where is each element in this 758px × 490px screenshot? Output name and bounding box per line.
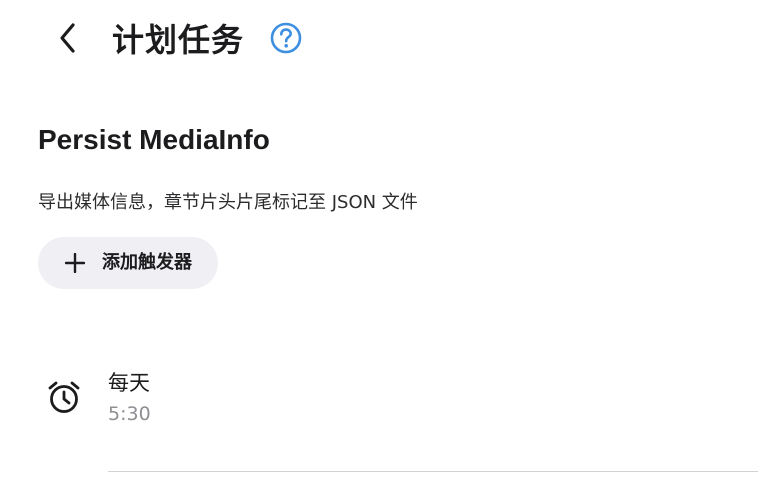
- chevron-left-icon: [56, 20, 80, 60]
- trigger-time: 5:30: [108, 403, 151, 425]
- trigger-frequency: 每天: [108, 371, 150, 395]
- question-circle-icon: [269, 21, 303, 59]
- help-button[interactable]: [268, 22, 304, 58]
- add-trigger-label: 添加触发器: [102, 252, 192, 273]
- task-name: Persist MediaInfo: [38, 124, 270, 155]
- alarm-clock-icon: [46, 379, 82, 415]
- trigger-list-item[interactable]: 每天 5:30: [0, 355, 758, 473]
- page-title: 计划任务: [112, 21, 245, 59]
- task-description: 导出媒体信息，章节片头片尾标记至 JSON 文件: [38, 192, 418, 213]
- plus-icon: [64, 252, 86, 274]
- divider: [108, 471, 758, 472]
- scheduled-task-page: 计划任务 Persist MediaInfo 导出媒体信息，章节片头片尾标记至 …: [0, 0, 758, 490]
- add-trigger-button[interactable]: 添加触发器: [38, 237, 218, 289]
- header: 计划任务: [0, 0, 758, 80]
- back-button[interactable]: [46, 18, 90, 62]
